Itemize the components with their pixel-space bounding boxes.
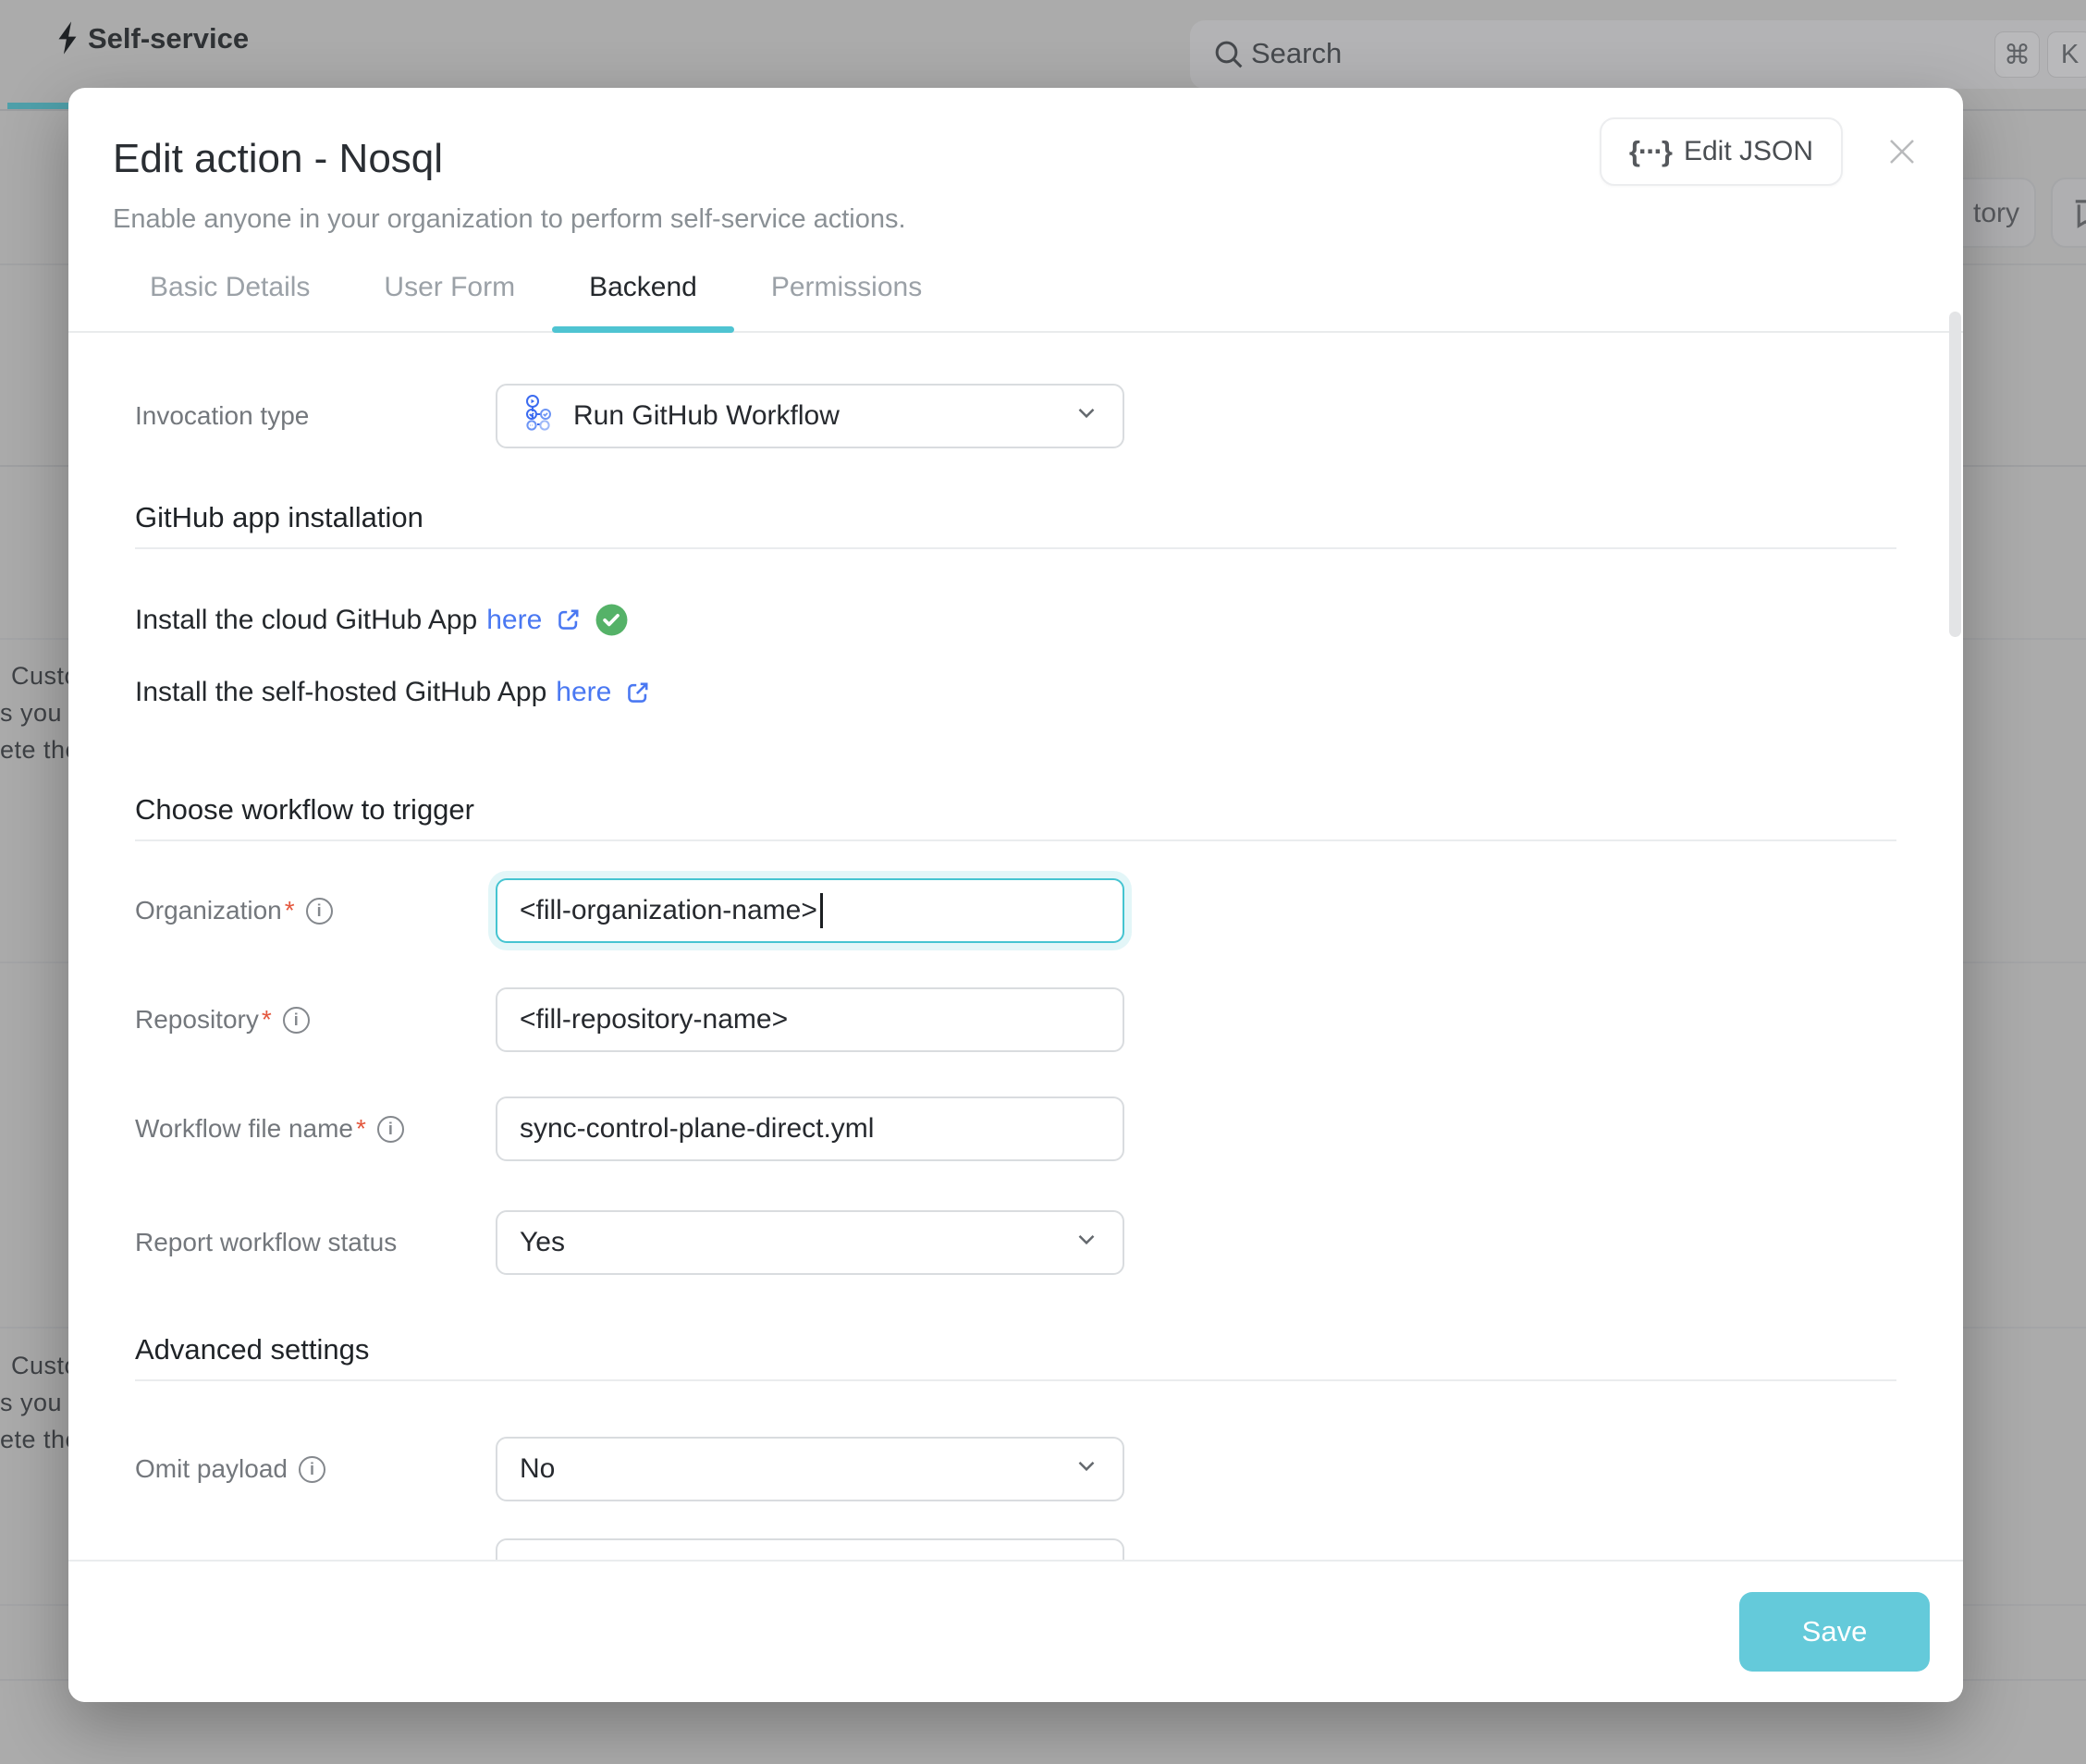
modal-tabs: Basic Details User Form Backend Permissi… [68, 272, 1963, 333]
info-icon[interactable]: i [283, 1007, 310, 1034]
search-icon [1210, 36, 1247, 78]
install-self-hosted-link[interactable]: here [556, 677, 611, 708]
report-workflow-status-value: Yes [520, 1227, 565, 1258]
info-icon[interactable]: i [299, 1456, 325, 1483]
workflow-file-name-value: sync-control-plane-direct.yml [520, 1113, 874, 1145]
repository-label: Repository* i [135, 1005, 496, 1035]
organization-value: <fill-organization-name> [520, 895, 817, 926]
check-circle-icon [595, 603, 629, 637]
close-icon [1885, 135, 1919, 168]
edit-action-modal: Edit action - Nosql Enable anyone in you… [68, 88, 1963, 1702]
required-mark: * [285, 896, 295, 925]
tab-backend[interactable]: Backend [552, 272, 734, 331]
install-cloud-link[interactable]: here [486, 605, 542, 636]
app-title: Self-service [88, 22, 249, 55]
external-link-icon[interactable] [554, 606, 583, 634]
install-cloud-line: Install the cloud GitHub App here [135, 603, 1896, 637]
omit-payload-row: Omit payload i No [135, 1437, 1896, 1501]
modal-form-scroll-area: Invocation type [68, 336, 1963, 1560]
tab-user-form[interactable]: User Form [347, 272, 552, 331]
required-mark: * [262, 1005, 272, 1035]
text-cursor [820, 893, 823, 928]
docs-button[interactable] [2051, 178, 2086, 248]
lightning-bolt-icon [54, 20, 85, 60]
invocation-type-row: Invocation type [135, 384, 1896, 448]
modal-scrollbar[interactable] [1949, 312, 1961, 637]
tab-basic-details[interactable]: Basic Details [113, 272, 347, 331]
section-divider [135, 839, 1896, 841]
background-row-text: s you t [0, 699, 77, 728]
info-icon[interactable]: i [377, 1116, 404, 1143]
repository-value: <fill-repository-name> [520, 1004, 788, 1035]
k-key-chip: K [2047, 31, 2086, 78]
chevron-down-icon [1073, 1452, 1100, 1487]
save-button[interactable]: Save [1739, 1592, 1930, 1672]
chevron-down-icon [1073, 398, 1100, 434]
modal-footer: Save [68, 1560, 1963, 1702]
organization-label: Organization* i [135, 896, 496, 925]
background-row-text: s you t [0, 1389, 77, 1417]
repository-input[interactable]: <fill-repository-name> [496, 987, 1124, 1052]
install-self-hosted-line: Install the self-hosted GitHub App here [135, 677, 1896, 708]
book-icon [2068, 194, 2086, 233]
edit-json-label: Edit JSON [1684, 136, 1813, 167]
report-workflow-status-row: Report workflow status Yes [135, 1210, 1896, 1275]
required-mark: * [356, 1114, 366, 1144]
external-link-icon[interactable] [623, 679, 652, 707]
invocation-type-select[interactable]: Run GitHub Workflow [496, 384, 1124, 448]
modal-subtitle: Enable anyone in your organization to pe… [113, 204, 1919, 235]
chevron-down-icon [1073, 1553, 1100, 1560]
organization-row: Organization* i <fill-organization-name> [135, 878, 1896, 943]
omit-payload-label: Omit payload i [135, 1454, 496, 1484]
repository-row: Repository* i <fill-repository-name> [135, 987, 1896, 1052]
section-divider [135, 547, 1896, 549]
report-workflow-status-select[interactable]: Yes [496, 1210, 1124, 1275]
search-placeholder: Search [1251, 37, 1342, 70]
omit-payload-select[interactable]: No [496, 1437, 1124, 1501]
omit-user-inputs-row: Omit user inputs Yes [135, 1538, 1896, 1560]
invocation-type-value: Run GitHub Workflow [573, 400, 840, 432]
omit-payload-value: No [520, 1453, 555, 1485]
section-heading-choose-workflow: Choose workflow to trigger [135, 793, 1896, 827]
workflow-file-name-row: Workflow file name* i sync-control-plane… [135, 1096, 1896, 1161]
active-tab-indicator [552, 326, 734, 333]
section-heading-github-app: GitHub app installation [135, 501, 1896, 534]
chevron-down-icon [1073, 1225, 1100, 1260]
braces-icon: {···} [1629, 135, 1671, 168]
workflow-file-name-label: Workflow file name* i [135, 1114, 496, 1144]
background-active-tab-underline [7, 103, 68, 109]
report-workflow-status-label: Report workflow status [135, 1228, 496, 1257]
section-divider [135, 1379, 1896, 1381]
history-button-label: tory [1973, 198, 2019, 229]
section-heading-advanced: Advanced settings [135, 1333, 1896, 1366]
info-icon[interactable]: i [306, 898, 333, 925]
search-input[interactable]: Search ⌘ K [1190, 20, 2086, 89]
close-button[interactable] [1882, 131, 1922, 172]
edit-json-button[interactable]: {···} Edit JSON [1600, 117, 1843, 186]
tab-permissions[interactable]: Permissions [734, 272, 959, 331]
omit-user-inputs-select[interactable]: Yes [496, 1538, 1124, 1560]
organization-input[interactable]: <fill-organization-name> [496, 878, 1124, 943]
modal-header: Edit action - Nosql Enable anyone in you… [68, 88, 1963, 235]
cmd-key-chip: ⌘ [1994, 31, 2040, 78]
invocation-type-label: Invocation type [135, 401, 496, 431]
workflow-file-name-input[interactable]: sync-control-plane-direct.yml [496, 1096, 1124, 1161]
github-workflow-icon [520, 393, 558, 439]
